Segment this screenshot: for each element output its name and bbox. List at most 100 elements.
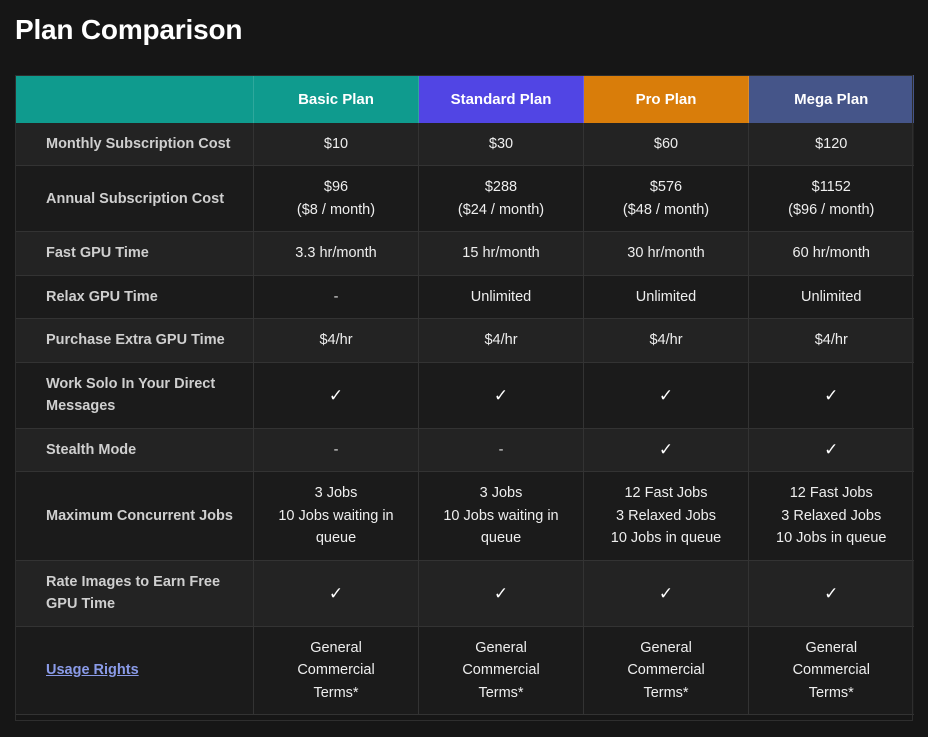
value-cell: $4/hr — [584, 319, 749, 362]
value-text: Unlimited — [431, 286, 571, 308]
value-cell: ✓ — [584, 362, 749, 428]
check-icon: ✓ — [431, 387, 571, 404]
value-cell: $288($24 / month) — [419, 166, 584, 232]
value-cell: - — [254, 428, 419, 471]
row-label-cell: Purchase Extra GPU Time — [16, 319, 254, 362]
value-text: 3 Relaxed Jobs — [761, 505, 902, 527]
table-row: Fast GPU Time3.3 hr/month15 hr/month30 h… — [16, 232, 914, 275]
header-pro-plan: Pro Plan — [584, 75, 749, 123]
value-text: $4/hr — [266, 329, 406, 351]
value-cell: GeneralCommercialTerms* — [584, 626, 749, 714]
value-cell: $10 — [254, 123, 419, 166]
value-cell: 3 Jobs10 Jobs waiting in queue — [254, 472, 419, 560]
value-text: Terms* — [596, 682, 736, 704]
table-row: Maximum Concurrent Jobs3 Jobs10 Jobs wai… — [16, 472, 914, 560]
page-title: Plan Comparison — [0, 0, 928, 47]
value-cell: $30 — [419, 123, 584, 166]
value-text: General — [431, 637, 571, 659]
header-standard-plan: Standard Plan — [419, 75, 584, 123]
check-icon: ✓ — [266, 387, 406, 404]
value-cell: ✓ — [254, 362, 419, 428]
value-text: Terms* — [431, 682, 571, 704]
value-text: 30 hr/month — [596, 242, 736, 264]
value-text: 10 Jobs in queue — [596, 527, 736, 549]
value-text: Unlimited — [596, 286, 736, 308]
value-cell: - — [419, 428, 584, 471]
value-text: 10 Jobs waiting in queue — [266, 505, 406, 550]
value-text: 3 Relaxed Jobs — [596, 505, 736, 527]
value-text: Terms* — [266, 682, 406, 704]
row-label-cell: Usage Rights — [16, 626, 254, 714]
check-icon: ✓ — [596, 585, 736, 602]
value-cell: ✓ — [749, 428, 914, 471]
value-cell: 15 hr/month — [419, 232, 584, 275]
table-row: Monthly Subscription Cost$10$30$60$120 — [16, 123, 914, 166]
value-cell: $96($8 / month) — [254, 166, 419, 232]
dash-icon: - — [431, 439, 571, 461]
table-row: Relax GPU Time- Unlimited Unlimited Unlimit… — [16, 275, 914, 318]
value-text: ($96 / month) — [761, 199, 902, 221]
value-text: $10 — [266, 133, 406, 155]
value-cell: $1152($96 / month) — [749, 166, 914, 232]
row-label-cell: Rate Images to Earn Free GPU Time — [16, 560, 254, 626]
value-text: 3.3 hr/month — [266, 242, 406, 264]
header-basic-plan: Basic Plan — [254, 75, 419, 123]
value-cell: GeneralCommercialTerms* — [254, 626, 419, 714]
value-text: 10 Jobs waiting in queue — [431, 505, 571, 550]
value-cell: $60 — [584, 123, 749, 166]
row-label-cell: Relax GPU Time — [16, 275, 254, 318]
value-cell: 12 Fast Jobs3 Relaxed Jobs10 Jobs in que… — [749, 472, 914, 560]
row-label-cell: Work Solo In Your Direct Messages — [16, 362, 254, 428]
row-label-cell: Stealth Mode — [16, 428, 254, 471]
table-row: Annual Subscription Cost$96($8 / month)$… — [16, 166, 914, 232]
value-cell: 3.3 hr/month — [254, 232, 419, 275]
value-text: $4/hr — [596, 329, 736, 351]
value-text: General — [266, 637, 406, 659]
value-text: $576 — [596, 176, 736, 198]
header-mega-plan: Mega Plan — [749, 75, 914, 123]
value-text: 12 Fast Jobs — [596, 482, 736, 504]
plan-comparison-table-wrapper: Basic Plan Standard Plan Pro Plan Mega P… — [15, 75, 913, 715]
value-text: Commercial — [266, 659, 406, 681]
table-body: Monthly Subscription Cost$10$30$60$120An… — [16, 123, 914, 714]
value-cell: ✓ — [749, 560, 914, 626]
value-cell: Unlimited — [584, 275, 749, 318]
usage-rights-link[interactable]: Usage Rights — [46, 662, 139, 678]
value-text: Commercial — [761, 659, 902, 681]
dash-icon: - — [266, 286, 406, 308]
value-text: Commercial — [596, 659, 736, 681]
check-icon: ✓ — [431, 585, 571, 602]
value-text: ($8 / month) — [266, 199, 406, 221]
value-cell: $4/hr — [254, 319, 419, 362]
value-text: General — [761, 637, 902, 659]
value-text: 15 hr/month — [431, 242, 571, 264]
value-text: $60 — [596, 133, 736, 155]
value-text: Commercial — [431, 659, 571, 681]
check-icon: ✓ — [761, 387, 902, 404]
dash-icon: - — [266, 439, 406, 461]
check-icon: ✓ — [596, 441, 736, 458]
value-cell: $4/hr — [749, 319, 914, 362]
value-cell: GeneralCommercialTerms* — [419, 626, 584, 714]
table-row: Usage RightsGeneralCommercialTerms*Gener… — [16, 626, 914, 714]
check-icon: ✓ — [266, 585, 406, 602]
value-cell: $576($48 / month) — [584, 166, 749, 232]
header-corner-cell — [16, 75, 254, 123]
value-text: 10 Jobs in queue — [761, 527, 902, 549]
value-text: $120 — [761, 133, 902, 155]
plan-comparison-table: Basic Plan Standard Plan Pro Plan Mega P… — [15, 75, 914, 715]
value-cell: ✓ — [749, 362, 914, 428]
value-cell: ✓ — [419, 560, 584, 626]
value-cell: - — [254, 275, 419, 318]
value-text: $4/hr — [431, 329, 571, 351]
check-icon: ✓ — [761, 441, 902, 458]
value-text: Unlimited — [761, 286, 902, 308]
value-cell: Unlimited — [749, 275, 914, 318]
table-header: Basic Plan Standard Plan Pro Plan Mega P… — [16, 75, 914, 123]
value-cell: ✓ — [419, 362, 584, 428]
row-label-cell: Maximum Concurrent Jobs — [16, 472, 254, 560]
value-cell: 30 hr/month — [584, 232, 749, 275]
value-text: $288 — [431, 176, 571, 198]
table-row: Rate Images to Earn Free GPU Time ✓ ✓ ✓ ✓ — [16, 560, 914, 626]
value-text: Terms* — [761, 682, 902, 704]
